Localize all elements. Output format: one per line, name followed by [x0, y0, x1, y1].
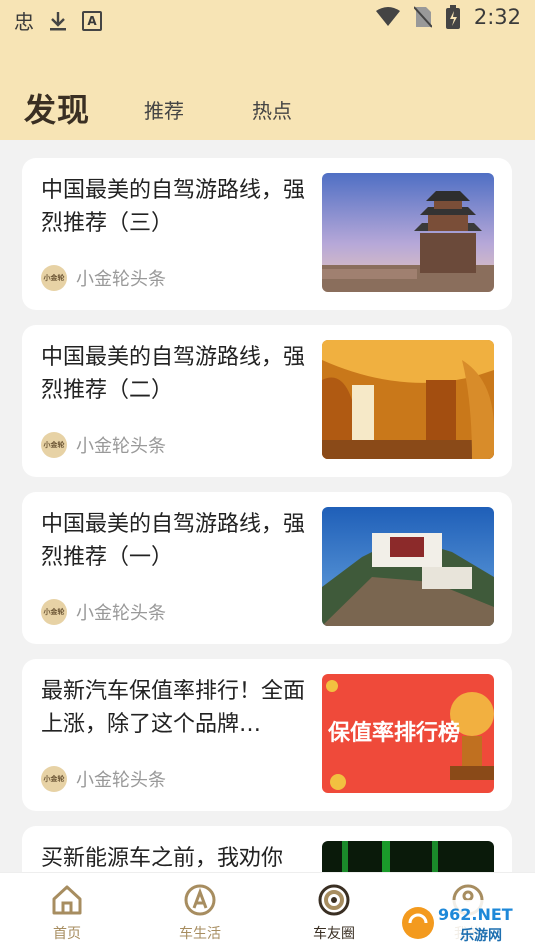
download-icon	[50, 11, 66, 30]
source-logo: 小金轮	[41, 265, 67, 291]
status-bar: 忠 A 2:32	[0, 0, 535, 36]
card-title: 买新能源车之前，我劝你	[41, 846, 284, 871]
battery-icon	[445, 5, 460, 29]
app-notification-icon: 忠	[14, 10, 34, 34]
card-thumbnail[interactable]: 保值率排行榜	[322, 674, 494, 793]
page-title: 发现	[24, 91, 91, 129]
card-thumbnail[interactable]	[322, 507, 494, 626]
card-thumbnail[interactable]	[322, 841, 494, 872]
watermark-bottom: 乐游网	[460, 927, 502, 944]
tab-car-circle-label: 车友圈	[313, 926, 355, 942]
source-name: 小金轮头条	[76, 770, 166, 791]
card-source: 小金轮 小金轮头条	[41, 432, 166, 458]
tab-recommend[interactable]: 推荐	[144, 95, 184, 124]
card-source: 小金轮 小金轮头条	[41, 766, 166, 792]
card-title: 最新汽车保值率排行！全面上涨，除了这个品牌…	[41, 679, 306, 737]
source-name: 小金轮头条	[76, 436, 166, 457]
tab-car-life[interactable]: 车生活	[160, 883, 240, 943]
news-card[interactable]: 最新汽车保值率排行！全面上涨，除了这个品牌… 小金轮 小金轮头条 保值率排行榜	[22, 659, 512, 811]
watermark-top: 962.NET	[438, 905, 513, 924]
tab-car-life-label: 车生活	[179, 926, 221, 942]
card-title: 中国最美的自驾游路线，强烈推荐（一）	[41, 512, 306, 570]
card-title: 中国最美的自驾游路线，强烈推荐（三）	[41, 178, 306, 236]
source-logo: 小金轮	[41, 432, 67, 458]
source-logo: 小金轮	[41, 599, 67, 625]
a-badge-icon: A	[82, 10, 102, 31]
tab-home-label: 首页	[53, 926, 81, 942]
tab-home[interactable]: 首页	[27, 883, 107, 943]
news-card[interactable]: 中国最美的自驾游路线，强烈推荐（二） 小金轮 小金轮头条	[22, 325, 512, 477]
header: 忠 A 2:32 发现 推荐 热点	[0, 0, 535, 140]
card-source: 小金轮 小金轮头条	[41, 265, 166, 291]
car-life-icon	[184, 884, 216, 916]
source-logo: 小金轮	[41, 766, 67, 792]
card-thumbnail[interactable]	[322, 340, 494, 459]
clock: 2:32	[473, 5, 521, 29]
no-sim-icon	[413, 6, 432, 28]
tab-hot[interactable]: 热点	[252, 95, 292, 124]
watermark-logo: 962.NET 乐游网	[398, 900, 530, 946]
card-source: 小金轮 小金轮头条	[41, 599, 166, 625]
tab-car-circle[interactable]: 车友圈	[294, 883, 374, 943]
card-title: 中国最美的自驾游路线，强烈推荐（二）	[41, 345, 306, 403]
news-card[interactable]: 买新能源车之前，我劝你	[22, 826, 512, 872]
news-feed[interactable]: 中国最美的自驾游路线，强烈推荐（三） 小金轮 小金轮头条 中国最美的自驾游路线，…	[0, 140, 535, 872]
circle-icon	[318, 884, 350, 916]
wifi-icon	[375, 7, 400, 26]
news-card[interactable]: 中国最美的自驾游路线，强烈推荐（一） 小金轮 小金轮头条	[22, 492, 512, 644]
news-card[interactable]: 中国最美的自驾游路线，强烈推荐（三） 小金轮 小金轮头条	[22, 158, 512, 310]
home-icon	[52, 885, 82, 915]
card-thumbnail[interactable]	[322, 173, 494, 292]
thumbnail-text: 保值率排行榜	[327, 720, 460, 746]
source-name: 小金轮头条	[76, 603, 166, 624]
source-name: 小金轮头条	[76, 269, 166, 290]
